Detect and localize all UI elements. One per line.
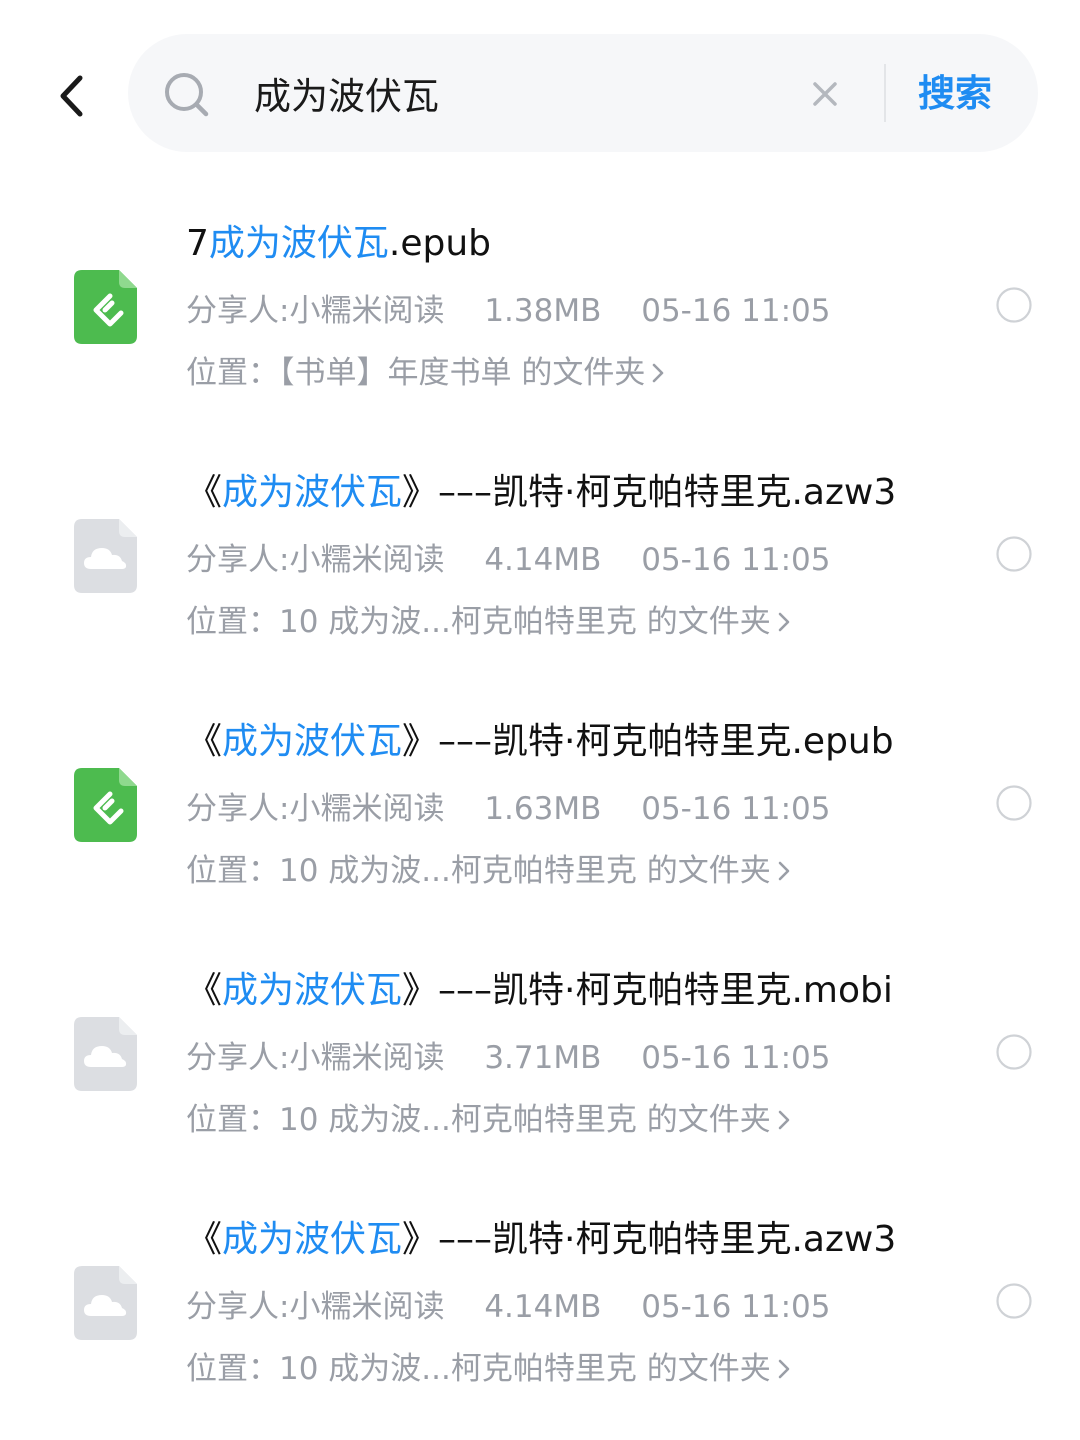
- file-sharer: 分享人:小糯米阅读: [186, 542, 445, 578]
- cloud-file-icon: [74, 519, 137, 593]
- file-title: 《成为波伏瓦》–––凯特·柯克帕特里克.epub: [186, 714, 986, 770]
- file-location-link[interactable]: 位置：10 成为波...柯克帕特里克 的文件夹: [186, 1346, 791, 1392]
- file-location-link[interactable]: 位置：10 成为波...柯克帕特里克 的文件夹: [186, 848, 791, 894]
- file-time: 05-16 11:05: [641, 542, 831, 578]
- file-title-prefix: 《: [186, 721, 223, 762]
- file-title-suffix: 》–––凯特·柯克帕特里克.azw3: [402, 472, 897, 513]
- file-size: 4.14MB: [484, 1289, 602, 1325]
- file-size: 1.38MB: [484, 293, 602, 329]
- select-radio[interactable]: [996, 1283, 1032, 1319]
- select-radio[interactable]: [996, 287, 1032, 323]
- file-meta: 分享人:小糯米阅读 1.63MB 05-16 11:05: [186, 786, 831, 832]
- file-title-highlight: 成为波伏瓦: [222, 721, 403, 762]
- result-item[interactable]: 《成为波伏瓦》–––凯特·柯克帕特里克.azw3 分享人:小糯米阅读 4.14M…: [0, 439, 1080, 688]
- chevron-left-icon: [60, 75, 83, 117]
- clear-search-button[interactable]: [810, 79, 840, 109]
- file-title-prefix: 《: [186, 472, 223, 513]
- file-size: 3.71MB: [484, 1040, 602, 1076]
- file-time: 05-16 11:05: [641, 1040, 831, 1076]
- file-sharer: 分享人:小糯米阅读: [186, 1289, 445, 1325]
- file-time: 05-16 11:05: [641, 791, 831, 827]
- search-header: 搜索: [0, 0, 1080, 190]
- file-title-prefix: 《: [186, 970, 223, 1011]
- file-title-highlight: 成为波伏瓦: [222, 1219, 403, 1260]
- file-time: 05-16 11:05: [641, 293, 831, 329]
- file-title-highlight: 成为波伏瓦: [208, 223, 389, 264]
- file-title: 《成为波伏瓦》–––凯特·柯克帕特里克.mobi: [186, 963, 986, 1019]
- epub-file-icon: [74, 768, 137, 842]
- file-size: 4.14MB: [484, 542, 602, 578]
- search-icon: [165, 73, 209, 117]
- select-radio[interactable]: [996, 1034, 1032, 1070]
- chevron-right-icon: [653, 363, 664, 383]
- file-location-text: 位置：10 成为波...柯克帕特里克 的文件夹: [186, 1102, 771, 1138]
- chevron-right-icon: [778, 1359, 790, 1379]
- file-title-suffix: .epub: [388, 223, 492, 264]
- file-title-suffix: 》–––凯特·柯克帕特里克.azw3: [402, 1219, 897, 1260]
- file-title-highlight: 成为波伏瓦: [222, 970, 403, 1011]
- cloud-file-icon: [74, 1017, 137, 1091]
- file-title-suffix: 》–––凯特·柯克帕特里克.mobi: [402, 970, 893, 1011]
- file-location-text: 位置：10 成为波...柯克帕特里克 的文件夹: [186, 1351, 771, 1387]
- chevron-right-icon: [778, 1110, 790, 1130]
- file-location-text: 位置：10 成为波...柯克帕特里克 的文件夹: [186, 604, 771, 640]
- result-item[interactable]: 《成为波伏瓦》–––凯特·柯克帕特里克.epub 分享人:小糯米阅读 1.63M…: [0, 688, 1080, 937]
- file-location-link[interactable]: 位置：10 成为波...柯克帕特里克 的文件夹: [186, 599, 791, 645]
- file-meta: 分享人:小糯米阅读 3.71MB 05-16 11:05: [186, 1035, 831, 1081]
- file-location-text: 位置：【书单】年度书单 的文件夹: [186, 355, 646, 391]
- search-input[interactable]: [254, 62, 794, 124]
- result-item[interactable]: 7成为波伏瓦.epub 分享人:小糯米阅读 1.38MB 05-16 11:05…: [0, 190, 1080, 439]
- file-location-link[interactable]: 位置：【书单】年度书单 的文件夹: [186, 350, 665, 396]
- file-title: 《成为波伏瓦》–––凯特·柯克帕特里克.azw3: [186, 1212, 986, 1268]
- chevron-right-icon: [778, 861, 790, 881]
- file-size: 1.63MB: [484, 791, 602, 827]
- file-title: 《成为波伏瓦》–––凯特·柯克帕特里克.azw3: [186, 465, 986, 521]
- search-bar: 搜索: [128, 34, 1038, 152]
- file-time: 05-16 11:05: [641, 1289, 831, 1325]
- back-button[interactable]: [50, 68, 100, 124]
- file-title-suffix: 》–––凯特·柯克帕特里克.epub: [402, 721, 894, 762]
- file-title: 7成为波伏瓦.epub: [186, 216, 986, 272]
- cloud-file-icon: [74, 1266, 137, 1340]
- file-title-highlight: 成为波伏瓦: [222, 472, 403, 513]
- file-title-prefix: 7: [186, 223, 209, 264]
- close-icon: [813, 82, 837, 106]
- search-results-list: 7成为波伏瓦.epub 分享人:小糯米阅读 1.38MB 05-16 11:05…: [0, 190, 1080, 1435]
- file-location-link[interactable]: 位置：10 成为波...柯克帕特里克 的文件夹: [186, 1097, 791, 1143]
- search-divider: [884, 64, 886, 122]
- chevron-right-icon: [778, 612, 790, 632]
- file-meta: 分享人:小糯米阅读 4.14MB 05-16 11:05: [186, 537, 831, 583]
- epub-file-icon: [74, 270, 137, 344]
- select-radio[interactable]: [996, 785, 1032, 821]
- search-button[interactable]: 搜索: [918, 66, 992, 122]
- file-title-prefix: 《: [186, 1219, 223, 1260]
- select-radio[interactable]: [996, 536, 1032, 572]
- file-location-text: 位置：10 成为波...柯克帕特里克 的文件夹: [186, 853, 771, 889]
- file-sharer: 分享人:小糯米阅读: [186, 293, 445, 329]
- file-meta: 分享人:小糯米阅读 4.14MB 05-16 11:05: [186, 1284, 831, 1330]
- result-item[interactable]: 《成为波伏瓦》–––凯特·柯克帕特里克.azw3 分享人:小糯米阅读 4.14M…: [0, 1186, 1080, 1435]
- file-sharer: 分享人:小糯米阅读: [186, 1040, 445, 1076]
- file-meta: 分享人:小糯米阅读 1.38MB 05-16 11:05: [186, 288, 831, 334]
- result-item[interactable]: 《成为波伏瓦》–––凯特·柯克帕特里克.mobi 分享人:小糯米阅读 3.71M…: [0, 937, 1080, 1186]
- file-sharer: 分享人:小糯米阅读: [186, 791, 445, 827]
